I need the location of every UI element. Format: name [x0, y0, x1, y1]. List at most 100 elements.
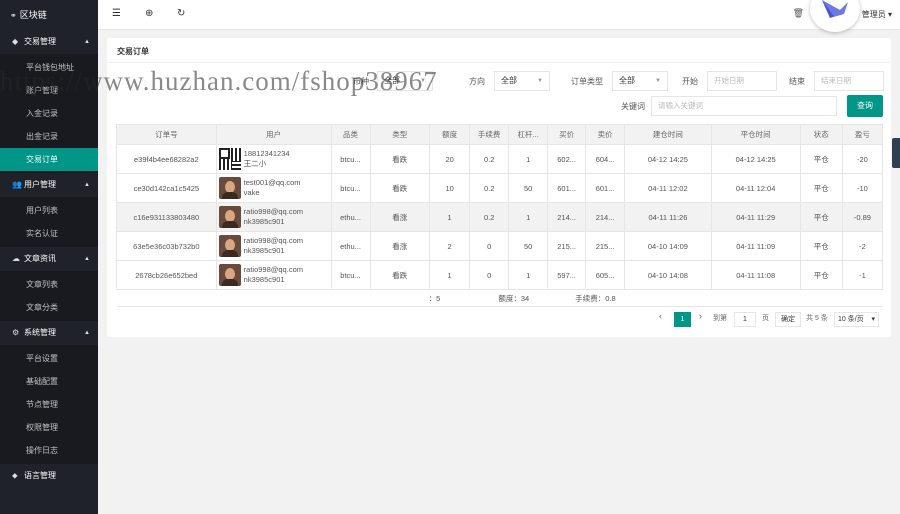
table-row[interactable]: e39f4b4ee68282a2 18812341234 王二小 btcu... 看跌 2…	[116, 144, 884, 174]
nav-group-label: 交易管理	[24, 37, 56, 46]
nav-group-system[interactable]: ⚙ 系统管理 ▲	[0, 321, 98, 345]
col-user[interactable]: 用户	[215, 124, 332, 145]
user-account: 18812341234	[243, 149, 290, 158]
col-open-time[interactable]: 建仓时间	[624, 124, 712, 145]
col-pnl[interactable]: 盈亏	[841, 124, 884, 145]
gear-icon: ⚙	[12, 328, 20, 337]
cell-fee: 0.2	[469, 173, 510, 203]
menu-toggle-icon[interactable]: ☰	[112, 8, 121, 19]
table-row[interactable]: c16e931133803480 ratio998@qq.com nk3985c90…	[116, 202, 884, 232]
sidebar-item-article-list[interactable]: 文章列表	[0, 273, 98, 296]
col-sell-price[interactable]: 卖价	[585, 124, 626, 145]
sidebar-item-withdrawals[interactable]: 出金记录	[0, 125, 98, 148]
filter-order-type-select[interactable]: 全部 ▼	[612, 71, 668, 91]
cell-open: 04-12 14:25	[624, 144, 712, 174]
sidebar-item-kyc[interactable]: 实名认证	[0, 222, 98, 245]
username: 管理员	[861, 10, 886, 19]
nav-group-language[interactable]: ⬥ 语言管理	[0, 464, 98, 488]
table-row[interactable]: ce30d142ca1c5425 test001@qq.com vake btcu..…	[116, 173, 884, 203]
select-value: 全部	[619, 76, 635, 85]
refresh-icon[interactable]: ↻	[177, 8, 185, 19]
sidebar-item-logs[interactable]: 操作日志	[0, 439, 98, 462]
sidebar-item-platform-settings[interactable]: 平台设置	[0, 347, 98, 370]
col-leverage[interactable]: 杠杆...	[508, 124, 549, 145]
tag-icon: ⬥	[12, 471, 18, 480]
summary-spacer	[116, 289, 430, 307]
col-buy-price[interactable]: 买价	[547, 124, 587, 145]
chevron-up-icon: ▲	[84, 330, 90, 336]
app-logo[interactable]: ⚭ 区块链	[0, 0, 98, 30]
cell-user: ratio998@qq.com nk3985c901	[215, 231, 332, 261]
table-row[interactable]: 63e5e36c03b732b0 ratio998@qq.com nk3985c90…	[116, 231, 884, 261]
col-fee[interactable]: 手续费	[469, 124, 510, 145]
cell-lev: 1	[508, 202, 549, 232]
sidebar-item-article-categories[interactable]: 文章分类	[0, 296, 98, 319]
next-page-icon[interactable]: ›	[699, 311, 702, 321]
user-menu[interactable]: 管理员 ▾	[862, 9, 892, 20]
col-amount[interactable]: 额度	[429, 124, 471, 145]
side-tab[interactable]	[892, 138, 900, 168]
cell-sell: 605...	[585, 260, 626, 290]
globe-icon[interactable]: ⊕	[145, 8, 153, 19]
sidebar-item-nodes[interactable]: 节点管理	[0, 393, 98, 416]
avatar-body	[221, 279, 238, 286]
cell-order: c16e931133803480	[116, 202, 217, 232]
cell-user: test001@qq.com vake	[215, 173, 332, 203]
col-status[interactable]: 状态	[799, 124, 843, 145]
col-close-time[interactable]: 平仓时间	[710, 124, 801, 145]
goto-confirm-button[interactable]: 确定	[775, 312, 801, 327]
nav-group-trade[interactable]: ◆ 交易管理 ▲	[0, 30, 98, 54]
prev-page-icon[interactable]: ‹	[659, 311, 662, 321]
user-wrap: ratio998@qq.com nk3985c901	[218, 206, 330, 228]
nav-group-label: 用户管理	[24, 180, 56, 189]
cell-fee: 0	[469, 231, 510, 261]
col-type[interactable]: 类型	[369, 124, 431, 145]
cell-sell: 214...	[585, 202, 626, 232]
cell-sell: 601...	[585, 173, 626, 203]
query-button[interactable]: 查询	[847, 95, 883, 117]
cell-buy: 601...	[547, 173, 587, 203]
keyword-input[interactable]: 请输入关键词	[651, 96, 837, 116]
sidebar-item-basic-config[interactable]: 基础配置	[0, 370, 98, 393]
col-category[interactable]: 品类	[330, 124, 371, 145]
cell-order: ce30d142ca1c5425	[116, 173, 217, 203]
sidebar-item-user-list[interactable]: 用户列表	[0, 199, 98, 222]
watermark: https://www.huzhan.com/fshop38967	[0, 66, 438, 96]
user-info: ratio998@qq.com nk3985c901	[244, 265, 303, 285]
start-date-input[interactable]: 开始日期	[707, 71, 777, 91]
cell-type: 看跌	[369, 173, 431, 203]
qr-code-icon	[218, 148, 241, 170]
filter-direction-select[interactable]: 全部 ▼	[494, 71, 550, 91]
cell-fee: 0.2	[469, 144, 510, 174]
cell-sell: 604...	[585, 144, 626, 174]
filter-start-label: 开始	[682, 77, 698, 86]
goto-page-input[interactable]: 1	[734, 312, 756, 327]
user-wrap: test001@qq.com vake	[218, 177, 330, 199]
chevron-up-icon: ▲	[84, 182, 90, 188]
cell-buy: 602...	[547, 144, 587, 174]
cell-open: 04-11 11:26	[624, 202, 712, 232]
user-wrap: ratio998@qq.com nk3985c901	[218, 264, 330, 286]
cell-buy: 215...	[547, 231, 587, 261]
cell-status: 平仓	[799, 202, 843, 232]
sidebar-item-permissions[interactable]: 权限管理	[0, 416, 98, 439]
cloud-icon: ☁	[12, 254, 20, 263]
end-date-input[interactable]: 结束日期	[814, 71, 884, 91]
nav-group-users[interactable]: 👥 用户管理 ▲	[0, 173, 98, 197]
table-row[interactable]: 2678cb26e652bed ratio998@qq.com nk3985c901…	[116, 260, 884, 290]
caret-down-icon: ▾	[887, 10, 892, 19]
user-account: ratio998@qq.com	[243, 265, 303, 274]
sidebar-item-orders[interactable]: 交易订单	[0, 148, 98, 171]
user-nickname: nk3985c901	[243, 275, 285, 284]
filter-end-label: 结束	[789, 77, 805, 86]
user-account: ratio998@qq.com	[243, 207, 303, 216]
trash-icon[interactable]: 🗑	[793, 8, 804, 19]
per-page-select[interactable]: 10 条/页 ▾	[834, 312, 879, 327]
page-1-button[interactable]: 1	[674, 312, 691, 327]
col-order-id[interactable]: 订单号	[116, 124, 217, 145]
nav-group-articles[interactable]: ☁ 文章资讯 ▲	[0, 247, 98, 271]
summary-row: 记录：5 额度：34 手续费：0.8	[116, 289, 883, 307]
cell-close: 04-11 11:09	[710, 231, 801, 261]
cell-type: 看涨	[369, 231, 431, 261]
sidebar-item-deposits[interactable]: 入金记录	[0, 102, 98, 125]
